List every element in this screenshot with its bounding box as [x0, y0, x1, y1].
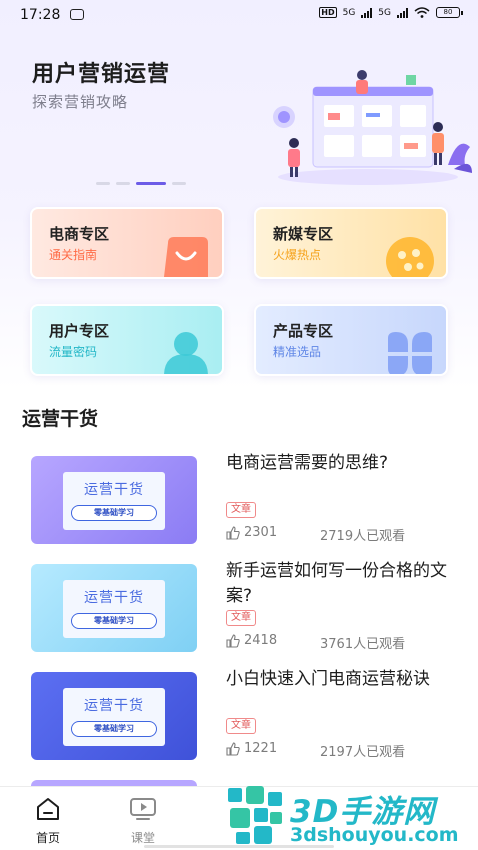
thumbs-up-icon: [226, 525, 240, 540]
thumbnail-panel: 运营干货 零基础学习: [63, 580, 165, 638]
thumbnail-panel: 运营干货 零基础学习: [63, 688, 165, 746]
view-count: 3761人已观看: [320, 637, 406, 652]
carousel-dot[interactable]: [172, 182, 186, 185]
status-time: 17:28: [20, 7, 61, 23]
carousel-dot[interactable]: [96, 182, 110, 185]
article-thumbnail: 运营干货 零基础学习: [31, 672, 197, 760]
marketing-illustration: [273, 70, 472, 185]
category-title: 电商专区: [49, 225, 110, 243]
thumbs-up-icon: [226, 741, 240, 756]
watermark: 3D手游网 3dshouyou.com: [226, 780, 478, 850]
category-card-ecommerce[interactable]: 电商专区 通关指南: [30, 207, 224, 279]
view-count: 2197人已观看: [320, 745, 406, 760]
carousel-dot-active[interactable]: [136, 182, 166, 185]
tab-label: 课堂: [130, 831, 155, 845]
like-value: 1221: [244, 741, 278, 756]
article-title: 电商运营需要的思维?: [226, 453, 389, 473]
category-subtitle: 火爆热点: [273, 248, 322, 262]
video-play-icon: [130, 798, 156, 820]
home-icon: [37, 798, 59, 820]
article-tag: 文章: [226, 718, 256, 734]
home-indicator: [144, 845, 334, 848]
article-tag: 文章: [226, 610, 256, 626]
thumbnail-title: 运营干货: [84, 698, 144, 714]
signal-icon: [361, 7, 373, 18]
watermark-url: 3dshouyou.com: [290, 824, 459, 846]
like-count[interactable]: 1221: [226, 741, 277, 756]
battery-icon: 80: [436, 7, 463, 18]
film-reel-icon: [386, 237, 434, 277]
category-card-user[interactable]: 用户专区 流量密码: [30, 304, 224, 376]
article-title: 小白快速入门电商运营秘诀: [226, 669, 430, 689]
status-icons: HD 5G 5G 80: [319, 7, 463, 18]
like-value: 2418: [244, 633, 278, 648]
hd-icon: HD: [319, 7, 337, 18]
view-count: 2719人已观看: [320, 529, 406, 544]
category-subtitle: 流量密码: [49, 345, 98, 359]
tab-home[interactable]: 首页: [18, 797, 78, 846]
banner-subtitle: 探索营销攻略: [32, 93, 129, 111]
watermark-logo-icon: [228, 786, 282, 844]
like-count[interactable]: 2418: [226, 633, 277, 648]
thumbnail-badge: 零基础学习: [71, 721, 157, 737]
category-subtitle: 精准选品: [273, 345, 322, 359]
like-value: 2301: [244, 525, 278, 540]
carousel-indicator: [96, 182, 186, 185]
category-card-new-media[interactable]: 新媒专区 火爆热点: [254, 207, 448, 279]
category-subtitle: 通关指南: [49, 248, 98, 262]
thumbnail-badge: 零基础学习: [71, 505, 157, 521]
shopping-bag-icon: [164, 237, 208, 277]
tab-label: 首页: [35, 831, 60, 845]
article-thumbnail: 运营干货 零基础学习: [31, 564, 197, 652]
thumbnail-badge: 零基础学习: [71, 613, 157, 629]
category-card-product[interactable]: 产品专区 精准选品: [254, 304, 448, 376]
thumbnail-title: 运营干货: [84, 590, 144, 606]
carousel-dot[interactable]: [116, 182, 130, 185]
tab-classroom[interactable]: 课堂: [113, 797, 173, 846]
network-label-2: 5G: [378, 7, 391, 18]
section-title: 运营干货: [22, 408, 99, 430]
article-title: 新手运营如何写一份合格的文案?: [226, 561, 447, 606]
banner-title: 用户营销运营: [32, 62, 171, 87]
article-item[interactable]: 运营干货 零基础学习 新手运营如何写一份合格的文案? 文章 2418 3761人…: [0, 561, 478, 664]
article-item[interactable]: 运营干货 零基础学习 电商运营需要的思维? 文章 2301 2719人已观看: [0, 453, 478, 556]
article-thumbnail: 运营干货 零基础学习: [31, 456, 197, 544]
like-count[interactable]: 2301: [226, 525, 277, 540]
user-icon: [164, 332, 208, 374]
article-tag: 文章: [226, 502, 256, 518]
category-title: 产品专区: [273, 322, 334, 340]
wifi-icon: [414, 7, 430, 18]
signal-icon-2: [397, 7, 408, 18]
thumbnail-panel: 运营干货 零基础学习: [63, 472, 165, 530]
article-item[interactable]: 运营干货 零基础学习 小白快速入门电商运营秘诀 文章 1221 2197人已观看: [0, 669, 478, 772]
notification-icon: [70, 9, 84, 20]
clover-grid-icon: [388, 332, 432, 374]
category-title: 用户专区: [49, 322, 110, 340]
category-title: 新媒专区: [273, 225, 334, 243]
thumbs-up-icon: [226, 633, 240, 648]
network-label-1: 5G: [342, 7, 356, 18]
status-bar: 17:28 HD 5G 5G 80: [0, 0, 478, 32]
thumbnail-title: 运营干货: [84, 482, 144, 498]
